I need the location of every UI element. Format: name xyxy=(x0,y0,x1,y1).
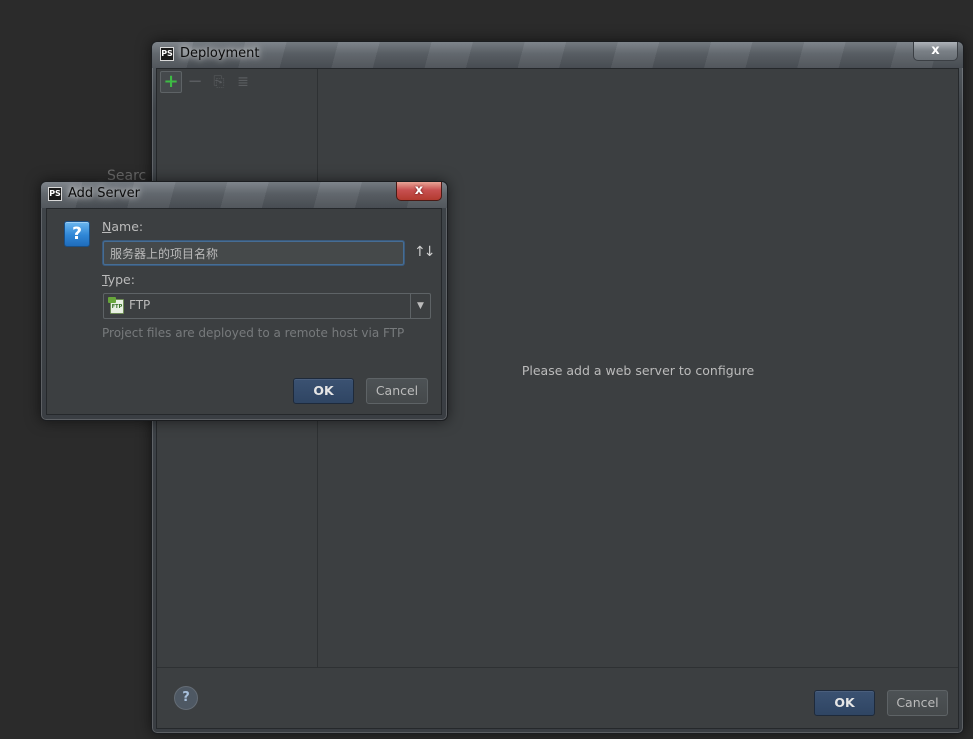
server-list-toolbar: + − ⎘ ≣ xyxy=(160,71,254,95)
type-label: Type: xyxy=(102,272,135,287)
add-server-dialog: PS Add Server x ? Name: ↑↓ Type: FTP FTP… xyxy=(40,181,448,421)
deployment-window-title: Deployment xyxy=(180,46,260,61)
add-server-cancel-button[interactable]: Cancel xyxy=(366,378,428,404)
sort-icon[interactable]: ↑↓ xyxy=(414,244,436,260)
deployment-ok-button[interactable]: OK xyxy=(814,690,875,716)
ftp-icon: FTP xyxy=(108,297,124,314)
bottom-separator xyxy=(157,667,958,668)
empty-configuration-message: Please add a web server to configure xyxy=(521,362,755,378)
phpstorm-app-icon: PS xyxy=(48,187,62,201)
name-label-text: ame: xyxy=(111,219,144,234)
deployment-cancel-button[interactable]: Cancel xyxy=(887,690,948,716)
copy-server-icon[interactable]: ⎘ xyxy=(208,71,230,93)
add-server-close-button[interactable]: x xyxy=(396,182,442,201)
chevron-down-icon[interactable]: ▼ xyxy=(410,294,430,318)
add-server-ok-button[interactable]: OK xyxy=(293,378,354,404)
name-label: Name: xyxy=(102,219,143,234)
type-label-text: ype: xyxy=(107,272,135,287)
deployment-titlebar[interactable] xyxy=(152,42,963,68)
deployment-close-button[interactable]: x xyxy=(913,42,958,61)
add-server-title: Add Server xyxy=(68,186,140,201)
server-type-hint: Project files are deployed to a remote h… xyxy=(102,326,405,340)
server-type-select[interactable]: FTP FTP ▼ xyxy=(103,293,431,319)
move-server-icon[interactable]: ≣ xyxy=(232,71,254,93)
server-name-input[interactable] xyxy=(103,241,404,265)
add-server-icon[interactable]: + xyxy=(160,71,182,93)
server-type-value: FTP xyxy=(129,298,151,312)
question-icon: ? xyxy=(64,221,90,247)
help-icon[interactable]: ? xyxy=(174,686,198,710)
add-server-client-area: ? Name: ↑↓ Type: FTP FTP ▼ Project files… xyxy=(46,208,442,415)
phpstorm-app-icon: PS xyxy=(160,47,174,61)
name-label-mnemonic: N xyxy=(102,219,112,234)
remove-server-icon[interactable]: − xyxy=(184,71,206,93)
